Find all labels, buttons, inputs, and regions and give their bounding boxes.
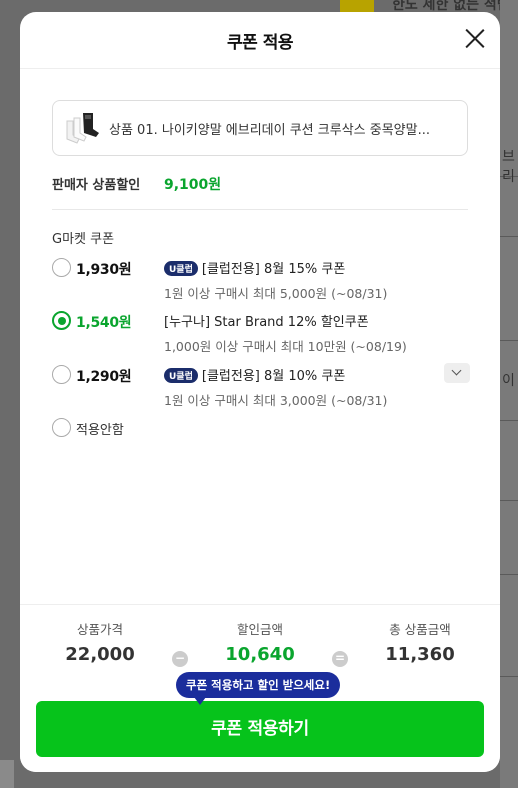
- product-name: 상품 01. 나이키양말 에브리데이 쿠션 크루삭스 중목양말...: [109, 123, 430, 138]
- equals-icon: =: [332, 651, 348, 667]
- background-divider: [500, 340, 518, 341]
- summary-price: 상품가격 22,000: [30, 619, 170, 665]
- coupon-name-text: [클럽전용] 8월 10% 쿠폰: [201, 369, 346, 384]
- apply-coupon-button[interactable]: 쿠폰 적용하기: [36, 701, 484, 757]
- total-label: 총 상품금액: [389, 622, 451, 637]
- coupon-condition: 1원 이상 구매시 최대 5,000원 (~08/31): [164, 286, 388, 301]
- socks-image: [66, 113, 99, 144]
- coupon-name: U클럽 [클럽전용] 8월 15% 쿠폰: [164, 258, 345, 277]
- background-divider: [500, 500, 518, 501]
- coupon-option[interactable]: 1,290원 U클럽 [클럽전용] 8월 10% 쿠폰 1원 이상 구매시 최대 …: [52, 363, 472, 409]
- summary-discount: 할인금액 10,640: [190, 619, 330, 665]
- coupon-amount: 1,930원: [76, 262, 132, 278]
- coupon-name: [누구나] Star Brand 12% 할인쿠폰: [164, 315, 369, 330]
- modal-title: 쿠폰 적용: [227, 33, 293, 53]
- summary-total: 총 상품금액 11,360: [350, 619, 490, 665]
- background-divider: [500, 574, 518, 575]
- coupon-radio[interactable]: [52, 418, 71, 437]
- background-banner: [340, 0, 374, 12]
- background-text: 브리: [502, 149, 515, 185]
- discount-value: 10,640: [225, 644, 295, 665]
- coupon-condition: 1원 이상 구매시 최대 3,000원 (~08/31): [164, 393, 388, 408]
- no-coupon-label: 적용안함: [76, 423, 124, 438]
- coupon-name-text: [클럽전용] 8월 15% 쿠폰: [201, 262, 346, 277]
- modal-header: 쿠폰 적용: [20, 12, 500, 69]
- coupon-radio[interactable]: [52, 311, 71, 330]
- price-summary: 상품가격 22,000 − 할인금액 10,640 = 총 상품금액 11,36…: [20, 604, 500, 772]
- background-divider: [500, 676, 518, 677]
- coupon-name: U클럽 [클럽전용] 8월 10% 쿠폰: [164, 365, 345, 384]
- coupon-radio[interactable]: [52, 258, 71, 277]
- coupon-amount: 1,540원: [76, 315, 132, 331]
- coupon-condition: 1,000원 이상 구매시 최대 10만원 (~08/19): [164, 339, 407, 354]
- background-element: [0, 760, 14, 788]
- discount-label: 할인금액: [236, 622, 283, 637]
- apply-tooltip: 쿠폰 적용하고 할인 받으세요!: [176, 672, 341, 705]
- background-page-edge: [500, 0, 518, 788]
- section-divider: [52, 209, 468, 210]
- coupon-section-title: G마켓 쿠폰: [52, 232, 115, 247]
- chevron-down-icon[interactable]: [444, 363, 470, 383]
- minus-icon: −: [172, 651, 188, 667]
- coupon-modal: 쿠폰 적용 상품 01. 나이키양말 에브리데이 쿠션 크루삭스 중목양말...…: [20, 12, 500, 772]
- seller-discount-amount: 9,100원: [164, 177, 222, 193]
- seller-discount-label: 판매자 상품할인: [52, 178, 141, 193]
- background-divider: [500, 236, 518, 237]
- background-text: 이: [502, 373, 515, 389]
- uclub-badge: U클럽: [164, 261, 198, 276]
- price-label: 상품가격: [76, 622, 123, 637]
- coupon-option[interactable]: 1,930원 U클럽 [클럽전용] 8월 15% 쿠폰 1원 이상 구매시 최대 …: [52, 258, 472, 302]
- background-divider: [500, 420, 518, 421]
- coupon-option[interactable]: 1,540원 [누구나] Star Brand 12% 할인쿠폰 1,000원 …: [52, 311, 472, 355]
- uclub-badge: U클럽: [164, 368, 198, 383]
- product-card: 상품 01. 나이키양말 에브리데이 쿠션 크루삭스 중목양말...: [52, 100, 468, 156]
- coupon-none-option[interactable]: 적용안함: [52, 418, 472, 462]
- coupon-amount: 1,290원: [76, 369, 132, 385]
- close-icon[interactable]: [464, 27, 486, 49]
- total-value: 11,360: [385, 644, 455, 665]
- price-value: 22,000: [65, 644, 135, 665]
- coupon-radio[interactable]: [52, 365, 71, 384]
